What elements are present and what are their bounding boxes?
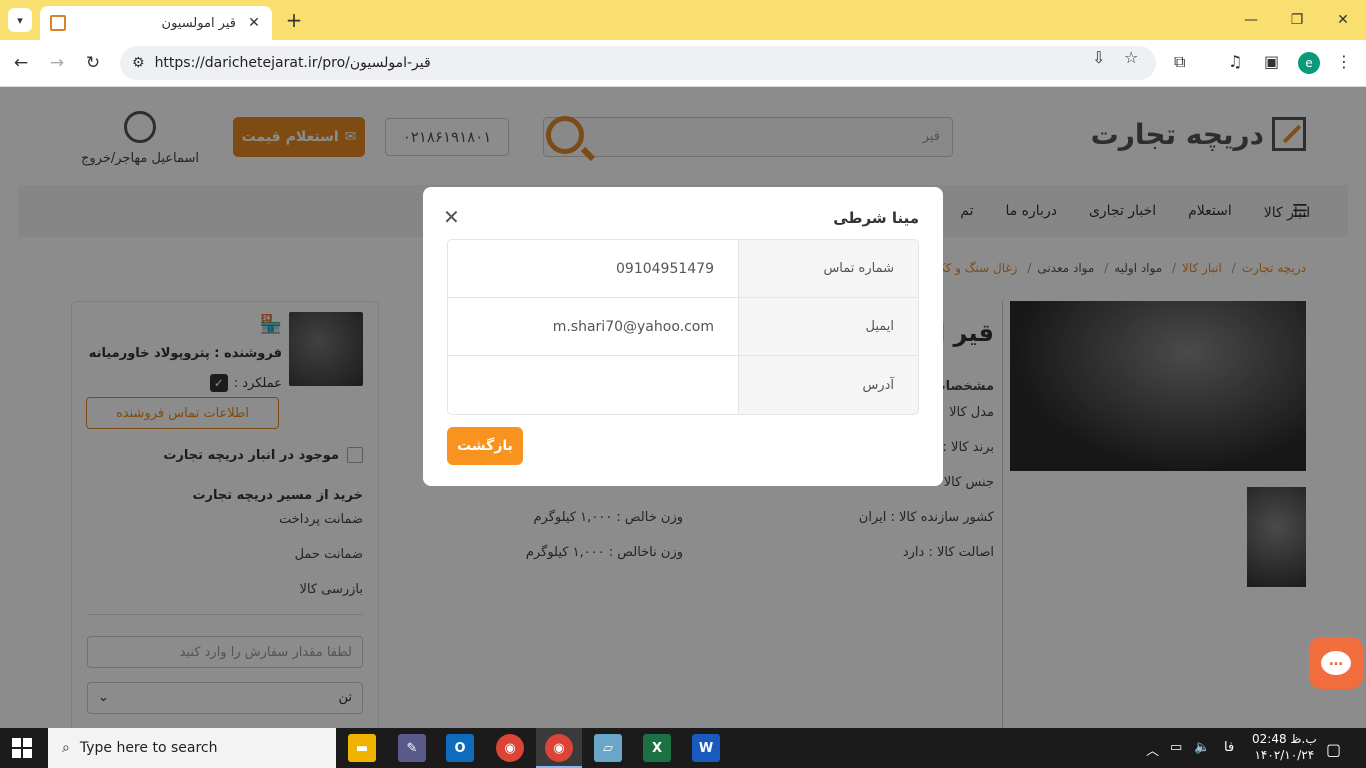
close-window-button[interactable]: ✕	[1320, 0, 1366, 40]
forward-icon[interactable]: →	[44, 50, 70, 76]
email-label: ایمیل	[738, 298, 918, 355]
search-icon: ⌕	[62, 740, 70, 756]
seller-contact-modal: مینا شرطی ✕ شماره تماس 09104951479 ایمیل…	[423, 187, 943, 486]
side-panel-icon[interactable]: ▣	[1264, 52, 1279, 71]
back-icon[interactable]: ←	[8, 50, 34, 76]
address-bar[interactable]: ⚙ https://darichetejarat.ir/pro/قیر-امول…	[120, 46, 1156, 80]
extensions-icon[interactable]: ⧉	[1174, 52, 1185, 72]
active-tab[interactable]: قیر امولسیون ✕	[40, 6, 272, 40]
phone-label: شماره تماس	[738, 240, 918, 297]
table-row: شماره تماس 09104951479	[448, 240, 918, 298]
profile-avatar[interactable]: e	[1298, 52, 1320, 74]
notifications-icon[interactable]: ▢	[1326, 740, 1341, 759]
modal-title: مینا شرطی	[833, 209, 919, 227]
clock[interactable]: 02:48 ب.ظ ۱۴۰۲/۱۰/۲۴	[1252, 731, 1317, 763]
chat-widget-button[interactable]: …	[1309, 637, 1363, 689]
tab-search-button[interactable]: ▾	[8, 8, 32, 32]
volume-icon[interactable]: 🔈	[1194, 740, 1210, 755]
new-tab-button[interactable]: +	[282, 8, 306, 32]
install-app-icon[interactable]: ⇩	[1092, 48, 1105, 67]
browser-tab-strip: ▾ قیر امولسیون ✕ + — ❐ ✕	[0, 0, 1366, 40]
contact-table: شماره تماس 09104951479 ایمیل m.shari70@y…	[447, 239, 919, 415]
word-icon[interactable]: W	[692, 734, 720, 762]
minimize-button[interactable]: —	[1228, 0, 1274, 40]
language-indicator[interactable]: فا	[1224, 740, 1234, 755]
bookmark-star-icon[interactable]: ☆	[1124, 48, 1138, 67]
address-toolbar: ← → ↻ ⚙ https://darichetejarat.ir/pro/قی…	[0, 40, 1366, 87]
table-row: آدرس	[448, 356, 918, 414]
site-info-icon[interactable]: ⚙	[132, 55, 145, 71]
chevron-up-icon[interactable]: ︿	[1146, 740, 1159, 759]
close-icon[interactable]: ✕	[443, 205, 460, 229]
file-explorer-icon[interactable]: ▬	[348, 734, 376, 762]
reload-icon[interactable]: ↻	[80, 50, 106, 76]
restore-button[interactable]: ❐	[1274, 0, 1320, 40]
back-button[interactable]: بازگشت	[447, 427, 523, 465]
chrome-icon[interactable]: ◉	[496, 734, 524, 762]
chrome-active-icon[interactable]: ◉	[545, 734, 573, 762]
url-text[interactable]: https://darichetejarat.ir/pro/قیر-امولسی…	[155, 55, 431, 71]
site-favicon-icon	[50, 15, 66, 31]
menu-kebab-icon[interactable]: ⋮	[1336, 52, 1352, 71]
network-icon[interactable]: ▭	[1170, 740, 1182, 755]
media-control-icon[interactable]: ♫	[1228, 52, 1242, 71]
address-label: آدرس	[738, 356, 918, 414]
tab-title: قیر امولسیون	[161, 15, 236, 31]
chat-icon: …	[1321, 651, 1351, 675]
taskbar-search-input[interactable]: ⌕ Type here to search	[48, 728, 336, 768]
address-value	[448, 356, 738, 414]
tab-close-icon[interactable]: ✕	[246, 15, 262, 31]
notes-app-icon[interactable]: ▱	[594, 734, 622, 762]
paint-app-icon[interactable]: ✎	[398, 734, 426, 762]
windows-taskbar: ⌕ Type here to search ▬ ✎ O ◉ ◉ ▱ X W ︿ …	[0, 728, 1366, 768]
table-row: ایمیل m.shari70@yahoo.com	[448, 298, 918, 356]
excel-icon[interactable]: X	[643, 734, 671, 762]
windows-start-icon[interactable]	[12, 738, 32, 758]
email-value: m.shari70@yahoo.com	[552, 318, 714, 335]
phone-value: 09104951479	[616, 260, 714, 277]
outlook-icon[interactable]: O	[446, 734, 474, 762]
